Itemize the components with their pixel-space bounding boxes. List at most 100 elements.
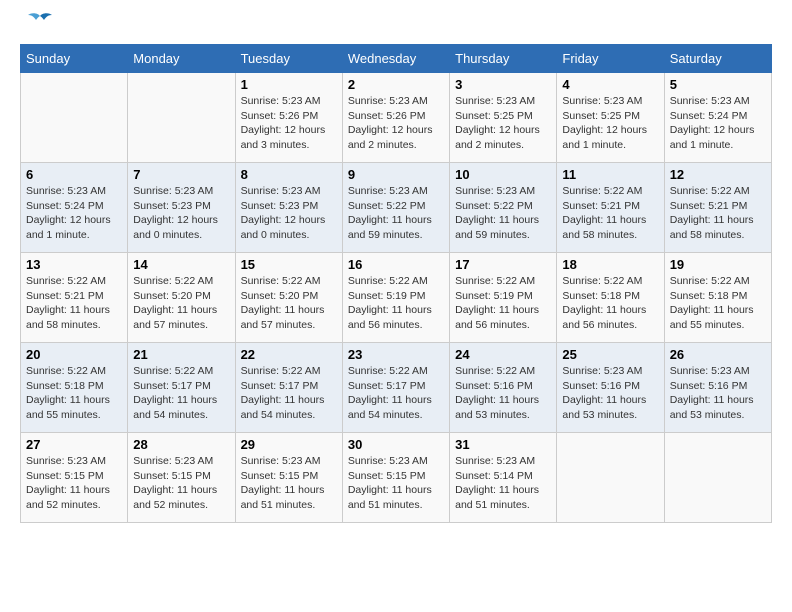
logo (20, 20, 54, 34)
column-header-saturday: Saturday (664, 45, 771, 73)
calendar-cell: 31 Sunrise: 5:23 AM Sunset: 5:14 PM Dayli… (450, 433, 557, 523)
day-number: 1 (241, 77, 337, 92)
calendar-cell: 9 Sunrise: 5:23 AM Sunset: 5:22 PM Daylig… (342, 163, 449, 253)
day-info: Sunrise: 5:22 AM Sunset: 5:20 PM Dayligh… (133, 274, 229, 333)
day-info: Sunrise: 5:23 AM Sunset: 5:22 PM Dayligh… (348, 184, 444, 243)
column-header-sunday: Sunday (21, 45, 128, 73)
calendar-week-row: 27Sunrise: 5:23 AM Sunset: 5:15 PM Dayli… (21, 433, 772, 523)
day-number: 11 (562, 167, 658, 182)
day-info: Sunrise: 5:23 AM Sunset: 5:26 PM Dayligh… (348, 94, 444, 153)
calendar-cell: 26 Sunrise: 5:23 AM Sunset: 5:16 PM Dayli… (664, 343, 771, 433)
calendar-week-row: 1 Sunrise: 5:23 AM Sunset: 5:26 PM Daylig… (21, 73, 772, 163)
calendar-cell: 8Sunrise: 5:23 AM Sunset: 5:23 PM Daylig… (235, 163, 342, 253)
day-number: 29 (241, 437, 337, 452)
day-number: 17 (455, 257, 551, 272)
day-number: 26 (670, 347, 766, 362)
logo-bird-icon (26, 12, 54, 34)
column-header-friday: Friday (557, 45, 664, 73)
calendar-cell: 6 Sunrise: 5:23 AM Sunset: 5:24 PM Daylig… (21, 163, 128, 253)
day-number: 30 (348, 437, 444, 452)
calendar-cell: 15 Sunrise: 5:22 AM Sunset: 5:20 PM Dayli… (235, 253, 342, 343)
day-number: 9 (348, 167, 444, 182)
day-info: Sunrise: 5:22 AM Sunset: 5:19 PM Dayligh… (348, 274, 444, 333)
day-number: 25 (562, 347, 658, 362)
calendar-cell: 27Sunrise: 5:23 AM Sunset: 5:15 PM Dayli… (21, 433, 128, 523)
calendar-week-row: 6 Sunrise: 5:23 AM Sunset: 5:24 PM Daylig… (21, 163, 772, 253)
calendar-cell (557, 433, 664, 523)
day-number: 3 (455, 77, 551, 92)
day-info: Sunrise: 5:23 AM Sunset: 5:25 PM Dayligh… (562, 94, 658, 153)
day-info: Sunrise: 5:23 AM Sunset: 5:15 PM Dayligh… (348, 454, 444, 513)
calendar-week-row: 20 Sunrise: 5:22 AM Sunset: 5:18 PM Dayli… (21, 343, 772, 433)
day-info: Sunrise: 5:22 AM Sunset: 5:17 PM Dayligh… (241, 364, 337, 423)
day-info: Sunrise: 5:22 AM Sunset: 5:20 PM Dayligh… (241, 274, 337, 333)
day-info: Sunrise: 5:23 AM Sunset: 5:15 PM Dayligh… (133, 454, 229, 513)
calendar-cell: 25 Sunrise: 5:23 AM Sunset: 5:16 PM Dayli… (557, 343, 664, 433)
day-info: Sunrise: 5:23 AM Sunset: 5:22 PM Dayligh… (455, 184, 551, 243)
day-info: Sunrise: 5:23 AM Sunset: 5:15 PM Dayligh… (26, 454, 122, 513)
day-number: 16 (348, 257, 444, 272)
column-header-monday: Monday (128, 45, 235, 73)
day-info: Sunrise: 5:23 AM Sunset: 5:16 PM Dayligh… (670, 364, 766, 423)
day-number: 24 (455, 347, 551, 362)
day-number: 22 (241, 347, 337, 362)
calendar-cell: 24Sunrise: 5:22 AM Sunset: 5:16 PM Dayli… (450, 343, 557, 433)
calendar-cell: 1Sunrise: 5:23 AM Sunset: 5:26 PM Daylig… (235, 73, 342, 163)
day-number: 21 (133, 347, 229, 362)
calendar-cell: 3 Sunrise: 5:23 AM Sunset: 5:25 PM Daylig… (450, 73, 557, 163)
calendar-cell: 22 Sunrise: 5:22 AM Sunset: 5:17 PM Dayli… (235, 343, 342, 433)
calendar-cell: 14 Sunrise: 5:22 AM Sunset: 5:20 PM Dayli… (128, 253, 235, 343)
calendar-cell (21, 73, 128, 163)
calendar-cell: 5Sunrise: 5:23 AM Sunset: 5:24 PM Daylig… (664, 73, 771, 163)
column-header-thursday: Thursday (450, 45, 557, 73)
calendar-cell: 19 Sunrise: 5:22 AM Sunset: 5:18 PM Dayli… (664, 253, 771, 343)
calendar-cell: 23 Sunrise: 5:22 AM Sunset: 5:17 PM Dayli… (342, 343, 449, 433)
day-number: 15 (241, 257, 337, 272)
calendar-cell: 30 Sunrise: 5:23 AM Sunset: 5:15 PM Dayli… (342, 433, 449, 523)
day-number: 23 (348, 347, 444, 362)
column-header-tuesday: Tuesday (235, 45, 342, 73)
day-info: Sunrise: 5:23 AM Sunset: 5:24 PM Dayligh… (26, 184, 122, 243)
day-number: 10 (455, 167, 551, 182)
day-info: Sunrise: 5:22 AM Sunset: 5:18 PM Dayligh… (670, 274, 766, 333)
day-info: Sunrise: 5:22 AM Sunset: 5:19 PM Dayligh… (455, 274, 551, 333)
day-number: 20 (26, 347, 122, 362)
day-info: Sunrise: 5:22 AM Sunset: 5:21 PM Dayligh… (562, 184, 658, 243)
calendar-cell: 11 Sunrise: 5:22 AM Sunset: 5:21 PM Dayli… (557, 163, 664, 253)
day-info: Sunrise: 5:23 AM Sunset: 5:14 PM Dayligh… (455, 454, 551, 513)
day-number: 6 (26, 167, 122, 182)
day-info: Sunrise: 5:22 AM Sunset: 5:17 PM Dayligh… (348, 364, 444, 423)
calendar-cell: 16 Sunrise: 5:22 AM Sunset: 5:19 PM Dayli… (342, 253, 449, 343)
calendar-cell: 28 Sunrise: 5:23 AM Sunset: 5:15 PM Dayli… (128, 433, 235, 523)
calendar-table: SundayMondayTuesdayWednesdayThursdayFrid… (20, 44, 772, 523)
calendar-cell: 18Sunrise: 5:22 AM Sunset: 5:18 PM Dayli… (557, 253, 664, 343)
day-number: 7 (133, 167, 229, 182)
day-number: 4 (562, 77, 658, 92)
calendar-cell: 17 Sunrise: 5:22 AM Sunset: 5:19 PM Dayli… (450, 253, 557, 343)
day-info: Sunrise: 5:22 AM Sunset: 5:17 PM Dayligh… (133, 364, 229, 423)
day-number: 31 (455, 437, 551, 452)
calendar-cell: 20 Sunrise: 5:22 AM Sunset: 5:18 PM Dayli… (21, 343, 128, 433)
calendar-cell: 10 Sunrise: 5:23 AM Sunset: 5:22 PM Dayli… (450, 163, 557, 253)
day-info: Sunrise: 5:23 AM Sunset: 5:23 PM Dayligh… (133, 184, 229, 243)
day-info: Sunrise: 5:22 AM Sunset: 5:21 PM Dayligh… (670, 184, 766, 243)
day-info: Sunrise: 5:22 AM Sunset: 5:18 PM Dayligh… (562, 274, 658, 333)
column-header-wednesday: Wednesday (342, 45, 449, 73)
day-number: 28 (133, 437, 229, 452)
day-info: Sunrise: 5:23 AM Sunset: 5:25 PM Dayligh… (455, 94, 551, 153)
day-number: 14 (133, 257, 229, 272)
calendar-cell (664, 433, 771, 523)
calendar-cell: 7 Sunrise: 5:23 AM Sunset: 5:23 PM Daylig… (128, 163, 235, 253)
day-number: 19 (670, 257, 766, 272)
calendar-cell: 4 Sunrise: 5:23 AM Sunset: 5:25 PM Daylig… (557, 73, 664, 163)
day-info: Sunrise: 5:23 AM Sunset: 5:16 PM Dayligh… (562, 364, 658, 423)
day-info: Sunrise: 5:22 AM Sunset: 5:18 PM Dayligh… (26, 364, 122, 423)
day-info: Sunrise: 5:23 AM Sunset: 5:23 PM Dayligh… (241, 184, 337, 243)
calendar-cell: 2 Sunrise: 5:23 AM Sunset: 5:26 PM Daylig… (342, 73, 449, 163)
day-info: Sunrise: 5:23 AM Sunset: 5:24 PM Dayligh… (670, 94, 766, 153)
calendar-header-row: SundayMondayTuesdayWednesdayThursdayFrid… (21, 45, 772, 73)
calendar-cell: 13Sunrise: 5:22 AM Sunset: 5:21 PM Dayli… (21, 253, 128, 343)
day-info: Sunrise: 5:23 AM Sunset: 5:15 PM Dayligh… (241, 454, 337, 513)
day-number: 13 (26, 257, 122, 272)
day-number: 2 (348, 77, 444, 92)
